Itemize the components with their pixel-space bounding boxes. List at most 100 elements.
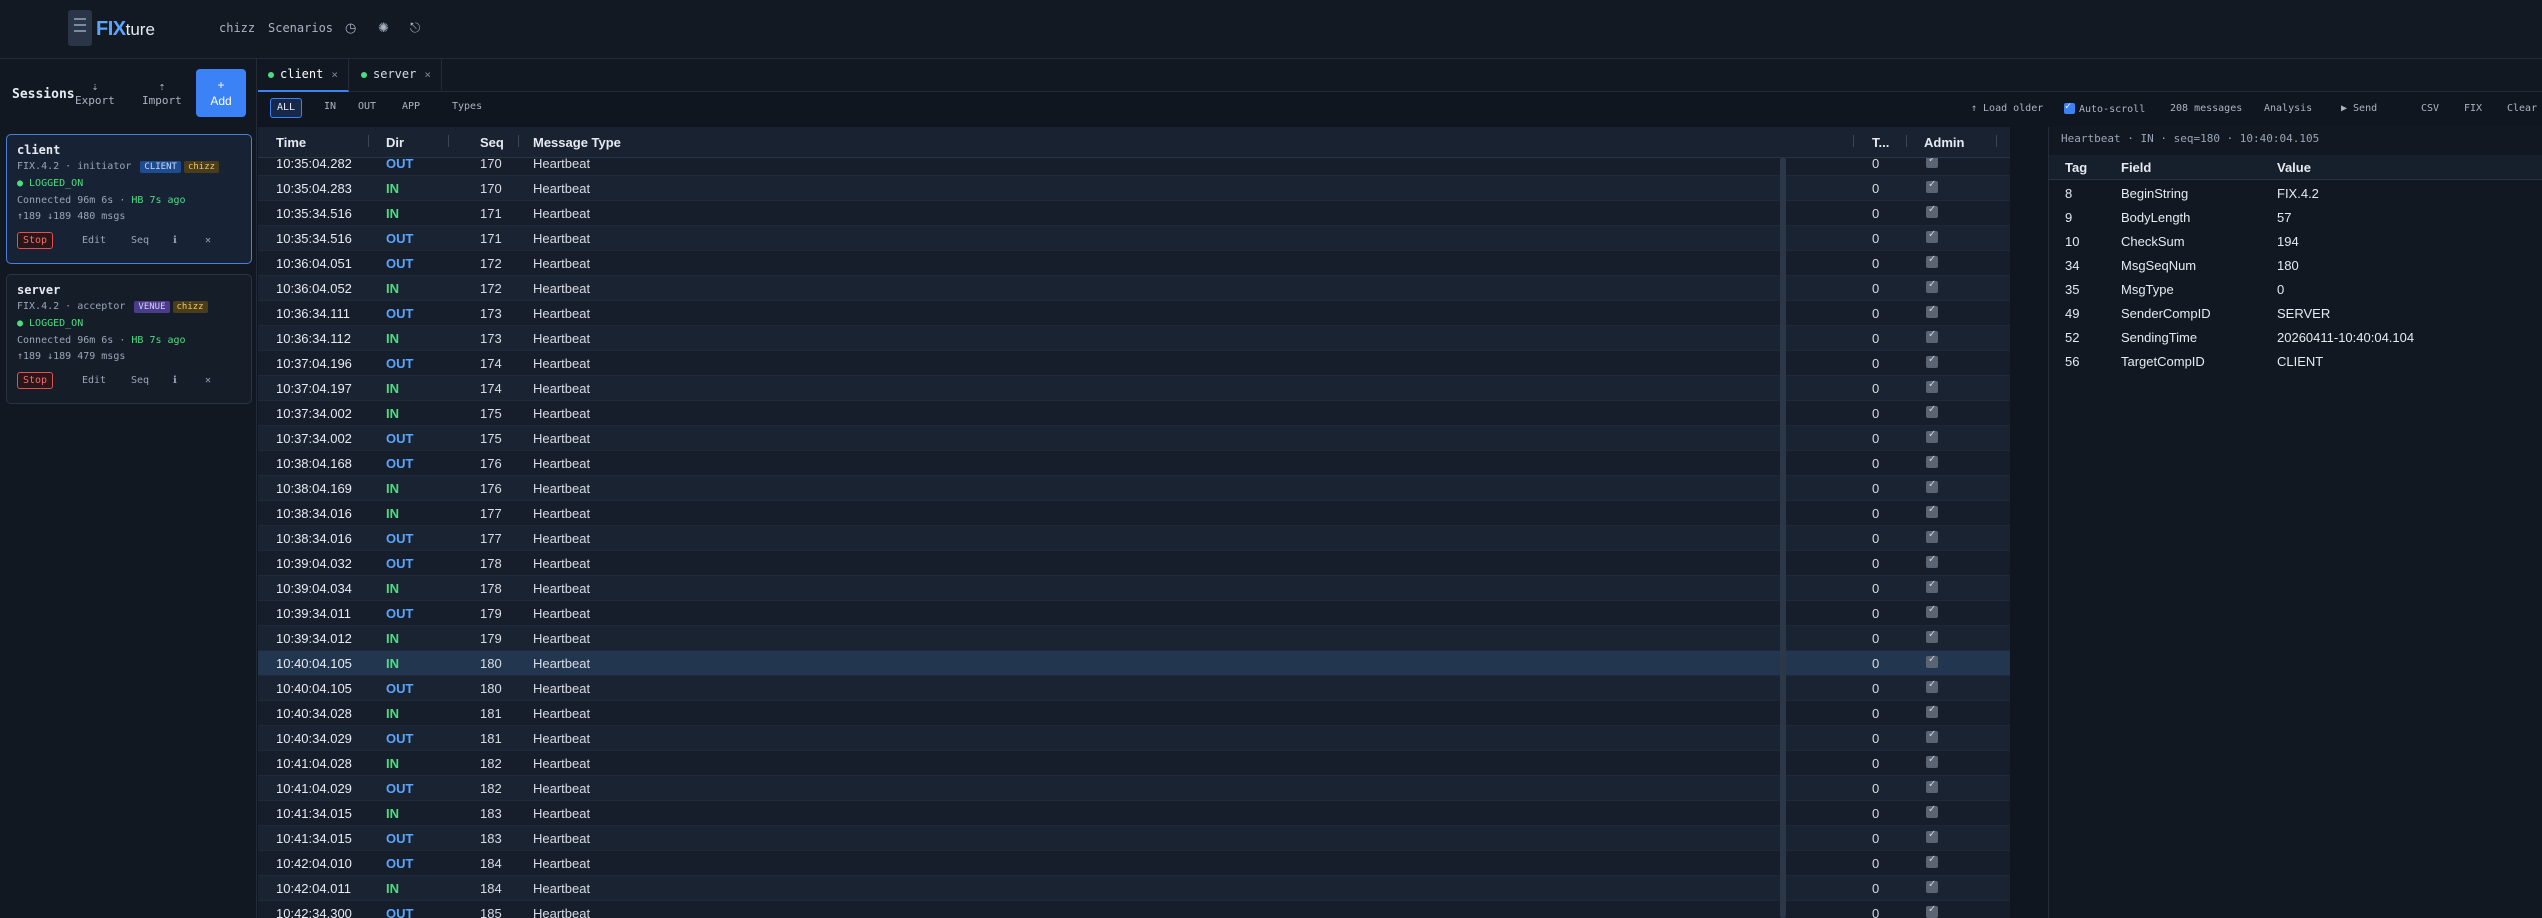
fix-export-button[interactable]: FIX bbox=[2464, 103, 2482, 114]
col-tag[interactable]: Tag bbox=[2065, 160, 2087, 175]
clear-button[interactable]: Clear bbox=[2507, 103, 2537, 114]
admin-checkbox[interactable] bbox=[1926, 554, 1938, 568]
admin-checkbox[interactable] bbox=[1926, 579, 1938, 593]
table-row[interactable]: 10:38:34.016 OUT 177 Heartbeat 0 bbox=[258, 526, 2010, 551]
table-row[interactable]: 10:36:04.051 OUT 172 Heartbeat 0 bbox=[258, 251, 2010, 276]
table-row[interactable]: 10:35:34.516 OUT 171 Heartbeat 0 bbox=[258, 226, 2010, 251]
col-seq[interactable]: Seq bbox=[480, 135, 504, 150]
admin-checkbox[interactable] bbox=[1926, 829, 1938, 843]
close-icon[interactable]: ✕ bbox=[205, 235, 211, 246]
session-card-server[interactable]: server FIX.4.2 · acceptor VENUE chizz ● L… bbox=[6, 274, 252, 404]
table-row[interactable]: 10:38:34.016 IN 177 Heartbeat 0 bbox=[258, 501, 2010, 526]
admin-checkbox[interactable] bbox=[1926, 454, 1938, 468]
seq-button[interactable]: Seq bbox=[131, 235, 149, 246]
table-row[interactable]: 10:35:04.283 IN 170 Heartbeat 0 bbox=[258, 176, 2010, 201]
close-icon[interactable]: ✕ bbox=[205, 375, 211, 386]
admin-checkbox[interactable] bbox=[1926, 629, 1938, 643]
admin-checkbox[interactable] bbox=[1926, 904, 1938, 918]
table-row[interactable]: 10:40:04.105 IN 180 Heartbeat 0 bbox=[258, 651, 2010, 676]
admin-checkbox[interactable] bbox=[1926, 729, 1938, 743]
admin-checkbox[interactable] bbox=[1926, 204, 1938, 218]
session-card-client[interactable]: client FIX.4.2 · initiator CLIENT chizz ●… bbox=[6, 134, 252, 264]
table-row[interactable]: 10:37:04.197 IN 174 Heartbeat 0 bbox=[258, 376, 2010, 401]
detail-row[interactable]: 34 MsgSeqNum 180 bbox=[2049, 253, 2542, 277]
col-resizer[interactable] bbox=[1853, 135, 1854, 147]
table-row[interactable]: 10:37:34.002 IN 175 Heartbeat 0 bbox=[258, 401, 2010, 426]
table-row[interactable]: 10:41:04.029 OUT 182 Heartbeat 0 bbox=[258, 776, 2010, 801]
info-icon[interactable]: ℹ bbox=[173, 375, 177, 386]
admin-checkbox[interactable] bbox=[1926, 254, 1938, 268]
add-session-button[interactable]: + Add bbox=[196, 69, 246, 117]
detail-row[interactable]: 52 SendingTime 20260411-10:40:04.104 bbox=[2049, 325, 2542, 349]
admin-checkbox[interactable] bbox=[1926, 679, 1938, 693]
admin-checkbox[interactable] bbox=[1926, 779, 1938, 793]
col-resizer[interactable] bbox=[518, 135, 519, 147]
table-row[interactable]: 10:42:04.011 IN 184 Heartbeat 0 bbox=[258, 876, 2010, 901]
scrollbar-thumb[interactable] bbox=[1780, 157, 1786, 918]
filter-out-button[interactable]: OUT bbox=[352, 98, 382, 116]
export-button[interactable]: ⇣ Export bbox=[75, 80, 115, 108]
admin-checkbox[interactable] bbox=[1926, 529, 1938, 543]
filter-types-button[interactable]: Types bbox=[446, 98, 488, 116]
autoscroll-checkbox[interactable] bbox=[2064, 101, 2075, 114]
admin-checkbox[interactable] bbox=[1926, 504, 1938, 518]
close-tab-icon[interactable]: × bbox=[331, 68, 338, 81]
table-row[interactable]: 10:36:34.112 IN 173 Heartbeat 0 bbox=[258, 326, 2010, 351]
table-row[interactable]: 10:39:34.012 IN 179 Heartbeat 0 bbox=[258, 626, 2010, 651]
admin-checkbox[interactable] bbox=[1926, 354, 1938, 368]
csv-button[interactable]: CSV bbox=[2421, 103, 2439, 114]
settings-icon[interactable]: ⎋ bbox=[410, 20, 420, 36]
detail-row[interactable]: 49 SenderCompID SERVER bbox=[2049, 301, 2542, 325]
admin-checkbox[interactable] bbox=[1926, 604, 1938, 618]
col-field[interactable]: Field bbox=[2121, 160, 2151, 175]
edit-button[interactable]: Edit bbox=[82, 235, 106, 246]
col-message-type[interactable]: Message Type bbox=[533, 135, 621, 150]
col-time[interactable]: Time bbox=[276, 135, 306, 150]
table-row[interactable]: 10:40:34.029 OUT 181 Heartbeat 0 bbox=[258, 726, 2010, 751]
table-row[interactable]: 10:42:04.010 OUT 184 Heartbeat 0 bbox=[258, 851, 2010, 876]
admin-checkbox[interactable] bbox=[1926, 229, 1938, 243]
table-row[interactable]: 10:41:34.015 IN 183 Heartbeat 0 bbox=[258, 801, 2010, 826]
import-button[interactable]: ⇡ Import bbox=[142, 80, 182, 108]
load-older-button[interactable]: ↑ Load older bbox=[1971, 103, 2043, 114]
admin-checkbox[interactable] bbox=[1926, 704, 1938, 718]
info-icon[interactable]: ℹ bbox=[173, 235, 177, 246]
history-icon[interactable]: ◷ bbox=[345, 20, 356, 36]
edit-button[interactable]: Edit bbox=[82, 375, 106, 386]
table-row[interactable]: 10:39:34.011 OUT 179 Heartbeat 0 bbox=[258, 601, 2010, 626]
admin-checkbox[interactable] bbox=[1926, 329, 1938, 343]
nav-chizz[interactable]: chizz bbox=[219, 21, 255, 35]
stop-button[interactable]: Stop bbox=[17, 372, 54, 389]
detail-row[interactable]: 35 MsgType 0 bbox=[2049, 277, 2542, 301]
admin-checkbox[interactable] bbox=[1926, 279, 1938, 293]
nav-scenarios[interactable]: Scenarios bbox=[268, 21, 333, 35]
admin-checkbox[interactable] bbox=[1926, 404, 1938, 418]
admin-checkbox[interactable] bbox=[1926, 804, 1938, 818]
col-resizer[interactable] bbox=[368, 135, 369, 147]
admin-checkbox[interactable] bbox=[1926, 879, 1938, 893]
tab-client[interactable]: client × bbox=[258, 59, 349, 92]
table-row[interactable]: 10:39:04.032 OUT 178 Heartbeat 0 bbox=[258, 551, 2010, 576]
tab-server[interactable]: server × bbox=[351, 59, 442, 90]
col-resizer[interactable] bbox=[448, 135, 449, 147]
detail-row[interactable]: 9 BodyLength 57 bbox=[2049, 205, 2542, 229]
col-resizer[interactable] bbox=[1906, 135, 1907, 147]
table-row[interactable]: 10:39:04.034 IN 178 Heartbeat 0 bbox=[258, 576, 2010, 601]
col-admin[interactable]: Admin bbox=[1924, 135, 1964, 150]
admin-checkbox[interactable] bbox=[1926, 479, 1938, 493]
table-row[interactable]: 10:40:04.105 OUT 180 Heartbeat 0 bbox=[258, 676, 2010, 701]
admin-checkbox[interactable] bbox=[1926, 304, 1938, 318]
send-button[interactable]: ▶ Send bbox=[2341, 103, 2377, 114]
table-row[interactable]: 10:41:04.028 IN 182 Heartbeat 0 bbox=[258, 751, 2010, 776]
col-t[interactable]: T... bbox=[1872, 135, 1889, 150]
filter-all-button[interactable]: ALL bbox=[270, 98, 303, 118]
table-row[interactable]: 10:37:04.196 OUT 174 Heartbeat 0 bbox=[258, 351, 2010, 376]
filter-app-button[interactable]: APP bbox=[396, 98, 426, 116]
seq-button[interactable]: Seq bbox=[131, 375, 149, 386]
table-row[interactable]: 10:36:34.111 OUT 173 Heartbeat 0 bbox=[258, 301, 2010, 326]
admin-checkbox[interactable] bbox=[1926, 854, 1938, 868]
table-row[interactable]: 10:38:04.168 OUT 176 Heartbeat 0 bbox=[258, 451, 2010, 476]
col-dir[interactable]: Dir bbox=[386, 135, 404, 150]
admin-checkbox[interactable] bbox=[1926, 179, 1938, 193]
table-row[interactable]: 10:38:04.169 IN 176 Heartbeat 0 bbox=[258, 476, 2010, 501]
